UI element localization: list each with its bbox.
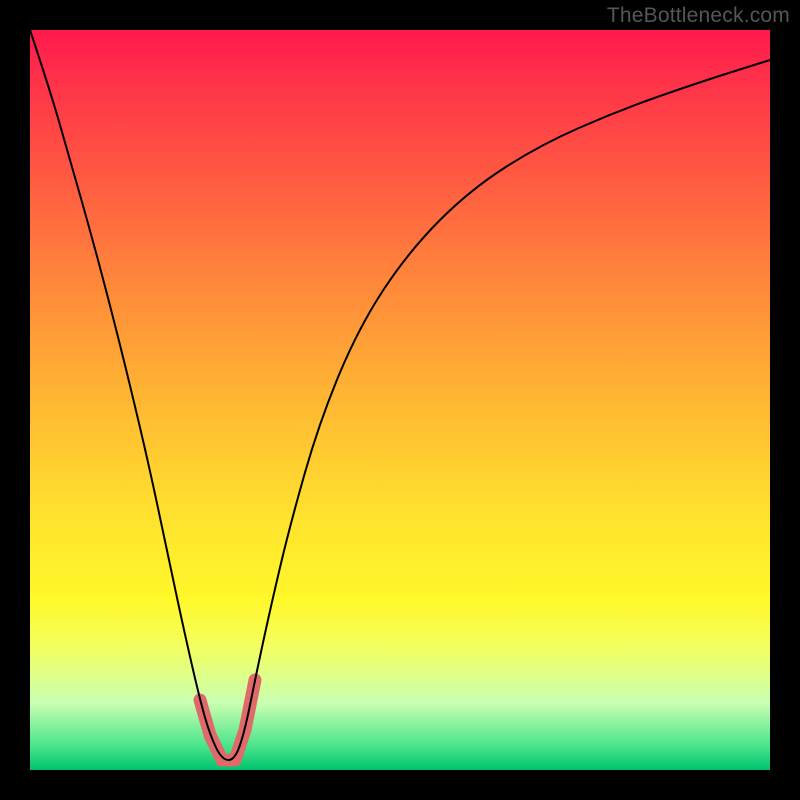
watermark-text: TheBottleneck.com	[607, 4, 790, 28]
bottleneck-chart	[30, 30, 770, 770]
bottleneck-curve	[30, 30, 770, 760]
